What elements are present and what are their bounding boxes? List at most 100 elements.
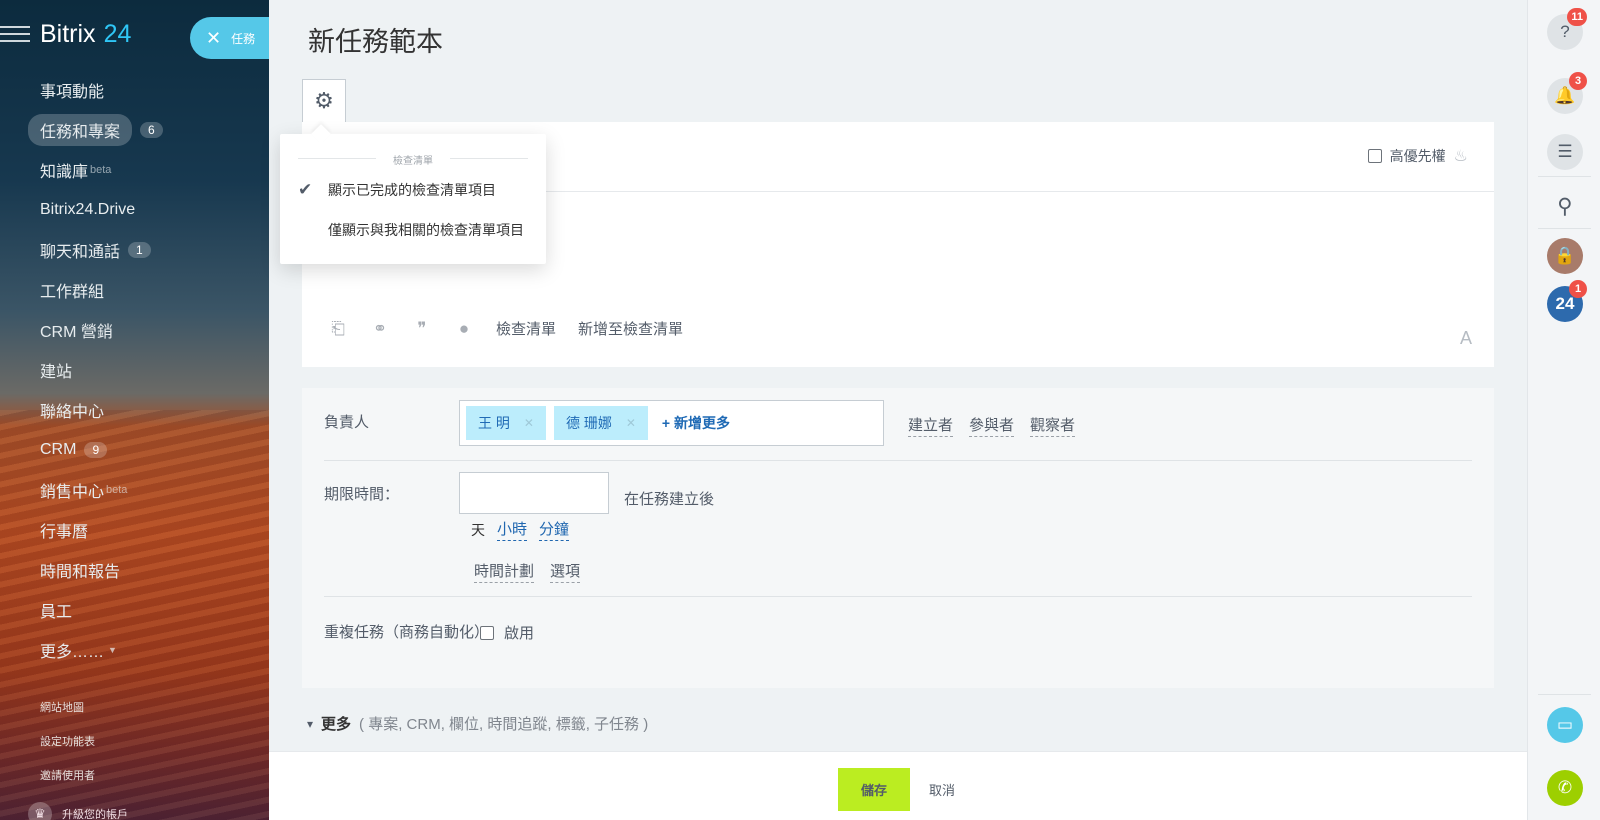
more-section-toggle[interactable]: ▾ 更多 ( 專案, CRM, 欄位, 時間追蹤, 標籤, 子任務 ): [307, 713, 648, 734]
add-more-button[interactable]: + 新增更多: [662, 413, 730, 433]
sidebar-item-knowledge-base[interactable]: 知識庫 beta: [0, 150, 269, 190]
save-button[interactable]: 儲存: [838, 768, 910, 811]
configure-menu-link[interactable]: 設定功能表: [40, 732, 95, 766]
responsible-name: 王 明: [478, 415, 510, 431]
more-label: 更多: [321, 716, 352, 733]
unit-minute[interactable]: 分鐘: [539, 520, 570, 541]
sitemap-link[interactable]: 網站地圖: [40, 698, 95, 732]
repeat-enable-toggle[interactable]: 啟用: [480, 622, 534, 643]
quote-icon[interactable]: ❞: [412, 319, 432, 339]
divider: [1538, 694, 1591, 695]
unit-day[interactable]: 天: [471, 520, 485, 541]
sidebar-item-sales-center[interactable]: 銷售中心 beta: [0, 470, 269, 510]
sidebar-item-employees[interactable]: 員工: [0, 590, 269, 630]
after-creation-text: 在任務建立後: [624, 491, 715, 508]
add-to-checklist-button[interactable]: 新增至檢查清單: [578, 318, 683, 339]
checklist-button[interactable]: 檢查清單: [496, 318, 556, 339]
options-link[interactable]: 選項: [550, 562, 581, 583]
invite-users-link[interactable]: 邀請使用者: [40, 766, 95, 800]
tasks-pill-label: 任務: [231, 31, 256, 46]
plan-links: 時間計劃 選項: [474, 562, 581, 583]
creator-link[interactable]: 建立者: [908, 416, 954, 437]
chat-icon: ☰: [1557, 142, 1573, 161]
mobile-app-button[interactable]: ▭: [1547, 707, 1583, 743]
sidebar-item-chat[interactable]: 聊天和通話 1: [0, 230, 269, 270]
deadline-input[interactable]: [459, 472, 609, 514]
repeat-enable-label: 啟用: [504, 625, 535, 642]
sidebar-item-workgroups[interactable]: 工作群組: [0, 270, 269, 310]
check-icon: ✔: [298, 180, 313, 199]
editor-toolbar: ⎗ ⚭ ❞ ● 檢查清單 新增至檢查清單: [328, 318, 683, 339]
logo[interactable]: Bitrix 24: [0, 18, 131, 50]
help-button[interactable]: ? 11: [1547, 8, 1587, 50]
beta-tag: beta: [106, 484, 128, 496]
sidebar-item-label: CRM 營銷: [40, 324, 113, 341]
bitrix24-button[interactable]: 24 1: [1547, 280, 1587, 322]
sidebar-item-crm[interactable]: CRM 9: [0, 430, 269, 470]
link-icon[interactable]: ⚭: [370, 319, 390, 339]
cancel-button[interactable]: 取消: [929, 768, 955, 811]
sidebar-item-activity[interactable]: 事項動能: [0, 70, 269, 110]
close-tasks-slider-button[interactable]: ✕ 任務: [190, 17, 269, 59]
sidebar-item-label: 更多……: [40, 644, 105, 661]
unit-hour[interactable]: 小時: [497, 520, 528, 541]
repeat-enable-checkbox[interactable]: [480, 625, 494, 640]
beta-tag: beta: [90, 164, 112, 176]
checklist-settings-button[interactable]: ⚙: [302, 79, 346, 123]
text-format-icon[interactable]: A: [1460, 328, 1472, 349]
high-priority-checkbox[interactable]: [1367, 149, 1382, 163]
sidebar-item-tasks[interactable]: 任務和專案 6: [0, 110, 269, 150]
search-button[interactable]: ⚲: [1547, 188, 1583, 224]
logo-text: Bitrix: [40, 19, 96, 48]
sidebar-item-label: 聊天和通話: [40, 244, 121, 261]
deadline-label: 期限時間：: [324, 486, 400, 503]
sidebar-item-time-reports[interactable]: 時間和報告: [0, 550, 269, 590]
sidebar-item-label: 知識庫: [40, 164, 89, 181]
counter-badge: 6: [140, 122, 163, 138]
responsible-chip[interactable]: 德 珊娜 ✕: [553, 406, 648, 440]
observers-link[interactable]: 觀察者: [1030, 416, 1076, 437]
sidebar-item-contact-center[interactable]: 聯絡中心: [0, 390, 269, 430]
counter-badge: 1: [128, 242, 151, 258]
remove-icon[interactable]: ✕: [626, 416, 636, 430]
sidebar-item-crm-marketing[interactable]: CRM 營銷: [0, 310, 269, 350]
menu-burger-icon[interactable]: [0, 26, 30, 42]
sidebar-item-label: CRM: [40, 441, 77, 458]
responsible-chip[interactable]: 王 明 ✕: [466, 406, 546, 440]
messenger-button[interactable]: ☰: [1547, 134, 1583, 170]
sidebar-item-label: 時間和報告: [40, 564, 121, 581]
logo-number: 24: [103, 19, 132, 48]
attach-file-icon[interactable]: ⎗: [328, 319, 348, 339]
sidebar-item-label: Bitrix24.Drive: [40, 201, 136, 218]
responsible-selector[interactable]: 王 明 ✕ 德 珊娜 ✕ + 新增更多: [459, 400, 884, 446]
divider: [324, 460, 1472, 461]
show-completed-option[interactable]: ✔ 顯示已完成的檢查清單項目: [298, 180, 496, 200]
call-button[interactable]: ✆: [1547, 770, 1583, 806]
participants-link[interactable]: 參與者: [969, 416, 1015, 437]
time-planning-link[interactable]: 時間計劃: [474, 562, 535, 583]
show-mine-option[interactable]: 僅顯示與我相關的檢查清單項目: [298, 220, 524, 240]
notifications-button[interactable]: 🔔 3: [1547, 72, 1587, 114]
more-sublabel: ( 專案, CRM, 欄位, 時間追蹤, 標籤, 子任務 ): [359, 716, 649, 733]
flame-icon: ♨: [1453, 148, 1468, 165]
lock-button[interactable]: 🔒: [1547, 238, 1583, 274]
chevron-down-icon: ▾: [307, 716, 314, 731]
sidebar-item-calendar[interactable]: 行事曆: [0, 510, 269, 550]
question-icon: ?: [1560, 22, 1570, 41]
high-priority-label: 高優先權: [1389, 148, 1446, 164]
divider: [324, 596, 1472, 597]
mention-user-icon[interactable]: ●: [454, 319, 474, 339]
task-properties: 負責人 王 明 ✕ 德 珊娜 ✕ + 新增更多 建立者 參與者 觀察者 期限時間…: [302, 388, 1494, 688]
sidebar-item-label: 建站: [40, 364, 73, 381]
remove-icon[interactable]: ✕: [524, 416, 534, 430]
sidebar-item-sites[interactable]: 建站: [0, 350, 269, 390]
divider: [1538, 228, 1591, 229]
role-links: 建立者 參與者 觀察者: [908, 416, 1076, 437]
sidebar-submenu: 網站地圖 設定功能表 邀請使用者: [40, 698, 95, 800]
upgrade-account-link[interactable]: ♛ 升級您的帳戶: [28, 802, 128, 820]
sidebar-item-more[interactable]: 更多…… ▼: [0, 630, 269, 670]
high-priority-toggle[interactable]: 高優先權 ♨: [1367, 146, 1468, 166]
gear-icon: ⚙: [314, 88, 334, 113]
popup-header: 檢查清單: [280, 152, 546, 167]
sidebar-item-drive[interactable]: Bitrix24.Drive: [0, 190, 269, 230]
